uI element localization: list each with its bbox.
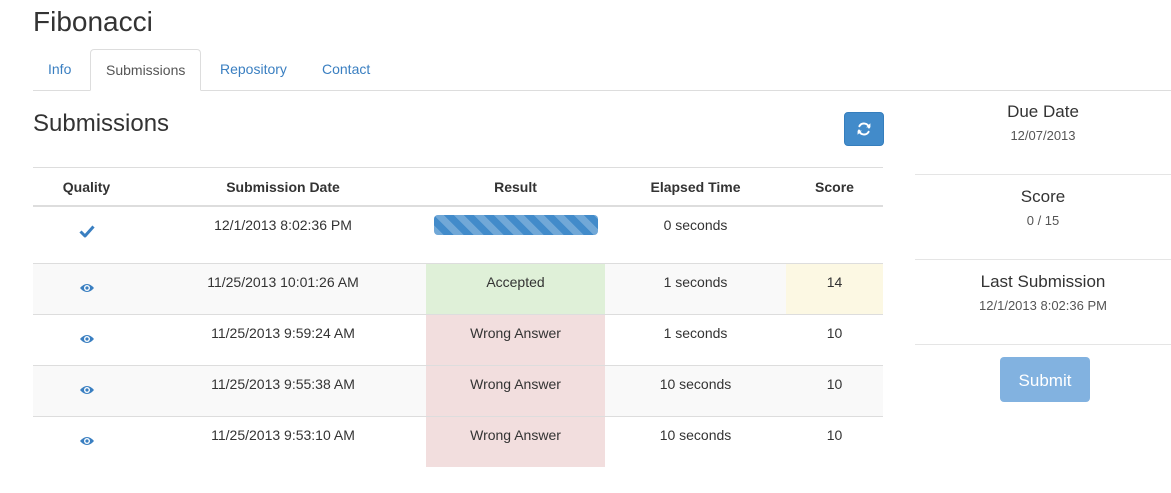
check-icon: [78, 225, 95, 238]
quality-cell[interactable]: [33, 314, 140, 366]
tab-info[interactable]: Info: [33, 49, 86, 90]
result-cell: [426, 205, 605, 264]
refresh-button[interactable]: [844, 112, 884, 146]
due-date-value: 12/07/2013: [1010, 128, 1076, 143]
column-header-elapsed-time: Elapsed Time: [605, 167, 786, 207]
submit-button[interactable]: Submit: [1000, 357, 1090, 402]
score-label: Score: [1020, 187, 1066, 206]
score-cell: 10: [786, 416, 883, 467]
result-cell: Wrong Answer: [426, 365, 605, 417]
tab-repository[interactable]: Repository: [205, 49, 302, 90]
quality-cell: [33, 205, 140, 264]
tab-submissions[interactable]: Submissions: [90, 49, 202, 91]
table-row: 11/25/2013 10:01:26 AM Accepted 1 second…: [33, 263, 883, 315]
tab-contact[interactable]: Contact: [307, 49, 385, 90]
table-row: 12/1/2013 8:02:36 PM 0 seconds: [33, 205, 883, 264]
score-block: Score 0 / 15: [915, 175, 1171, 260]
eye-icon[interactable]: [79, 435, 95, 447]
last-submission-value: 12/1/2013 8:02:36 PM: [979, 298, 1107, 313]
last-submission-block: Last Submission 12/1/2013 8:02:36 PM: [915, 260, 1171, 345]
table-header-row: Quality Submission Date Result Elapsed T…: [33, 167, 883, 207]
due-date-label: Due Date: [1007, 102, 1079, 121]
column-header-submission-date: Submission Date: [140, 167, 426, 207]
submission-date-cell: 11/25/2013 10:01:26 AM: [140, 263, 426, 315]
elapsed-time-cell: 10 seconds: [605, 365, 786, 417]
refresh-icon: [857, 122, 871, 136]
eye-icon[interactable]: [79, 333, 95, 345]
assignment-sidebar: Due Date 12/07/2013 Score 0 / 15 Last Su…: [915, 90, 1171, 345]
result-cell: Wrong Answer: [426, 314, 605, 366]
score-cell: 10: [786, 314, 883, 366]
elapsed-time-cell: 10 seconds: [605, 416, 786, 467]
quality-cell[interactable]: [33, 416, 140, 467]
eye-icon[interactable]: [79, 282, 95, 294]
score-cell: [786, 205, 883, 264]
quality-cell[interactable]: [33, 263, 140, 315]
table-row: 11/25/2013 9:59:24 AM Wrong Answer 1 sec…: [33, 314, 883, 366]
submission-date-cell: 11/25/2013 9:59:24 AM: [140, 314, 426, 366]
submission-date-cell: 11/25/2013 9:53:10 AM: [140, 416, 426, 467]
progress-bar: [433, 215, 598, 235]
column-header-quality: Quality: [33, 167, 140, 207]
score-cell: 10: [786, 365, 883, 417]
last-submission-label: Last Submission: [980, 272, 1106, 291]
submission-date-cell: 11/25/2013 9:55:38 AM: [140, 365, 426, 417]
quality-cell[interactable]: [33, 365, 140, 417]
result-cell: Accepted: [426, 263, 605, 315]
table-row: 11/25/2013 9:53:10 AM Wrong Answer 10 se…: [33, 416, 883, 467]
table-row: 11/25/2013 9:55:38 AM Wrong Answer 10 se…: [33, 365, 883, 417]
column-header-score: Score: [786, 167, 883, 207]
elapsed-time-cell: 1 seconds: [605, 263, 786, 315]
elapsed-time-cell: 1 seconds: [605, 314, 786, 366]
column-header-result: Result: [426, 167, 605, 207]
progress-bar-fill: [433, 215, 598, 235]
elapsed-time-cell: 0 seconds: [605, 205, 786, 264]
score-cell: 14: [786, 263, 883, 315]
tab-bar: Info Submissions Repository Contact: [33, 49, 1171, 91]
score-value: 0 / 15: [1026, 213, 1060, 228]
due-date-block: Due Date 12/07/2013: [915, 90, 1171, 175]
page-title: Fibonacci: [33, 6, 153, 37]
eye-icon[interactable]: [79, 384, 95, 396]
submissions-table: Quality Submission Date Result Elapsed T…: [33, 167, 883, 467]
submissions-heading: Submissions: [33, 110, 170, 137]
submission-date-cell: 12/1/2013 8:02:36 PM: [140, 205, 426, 264]
result-cell: Wrong Answer: [426, 416, 605, 467]
